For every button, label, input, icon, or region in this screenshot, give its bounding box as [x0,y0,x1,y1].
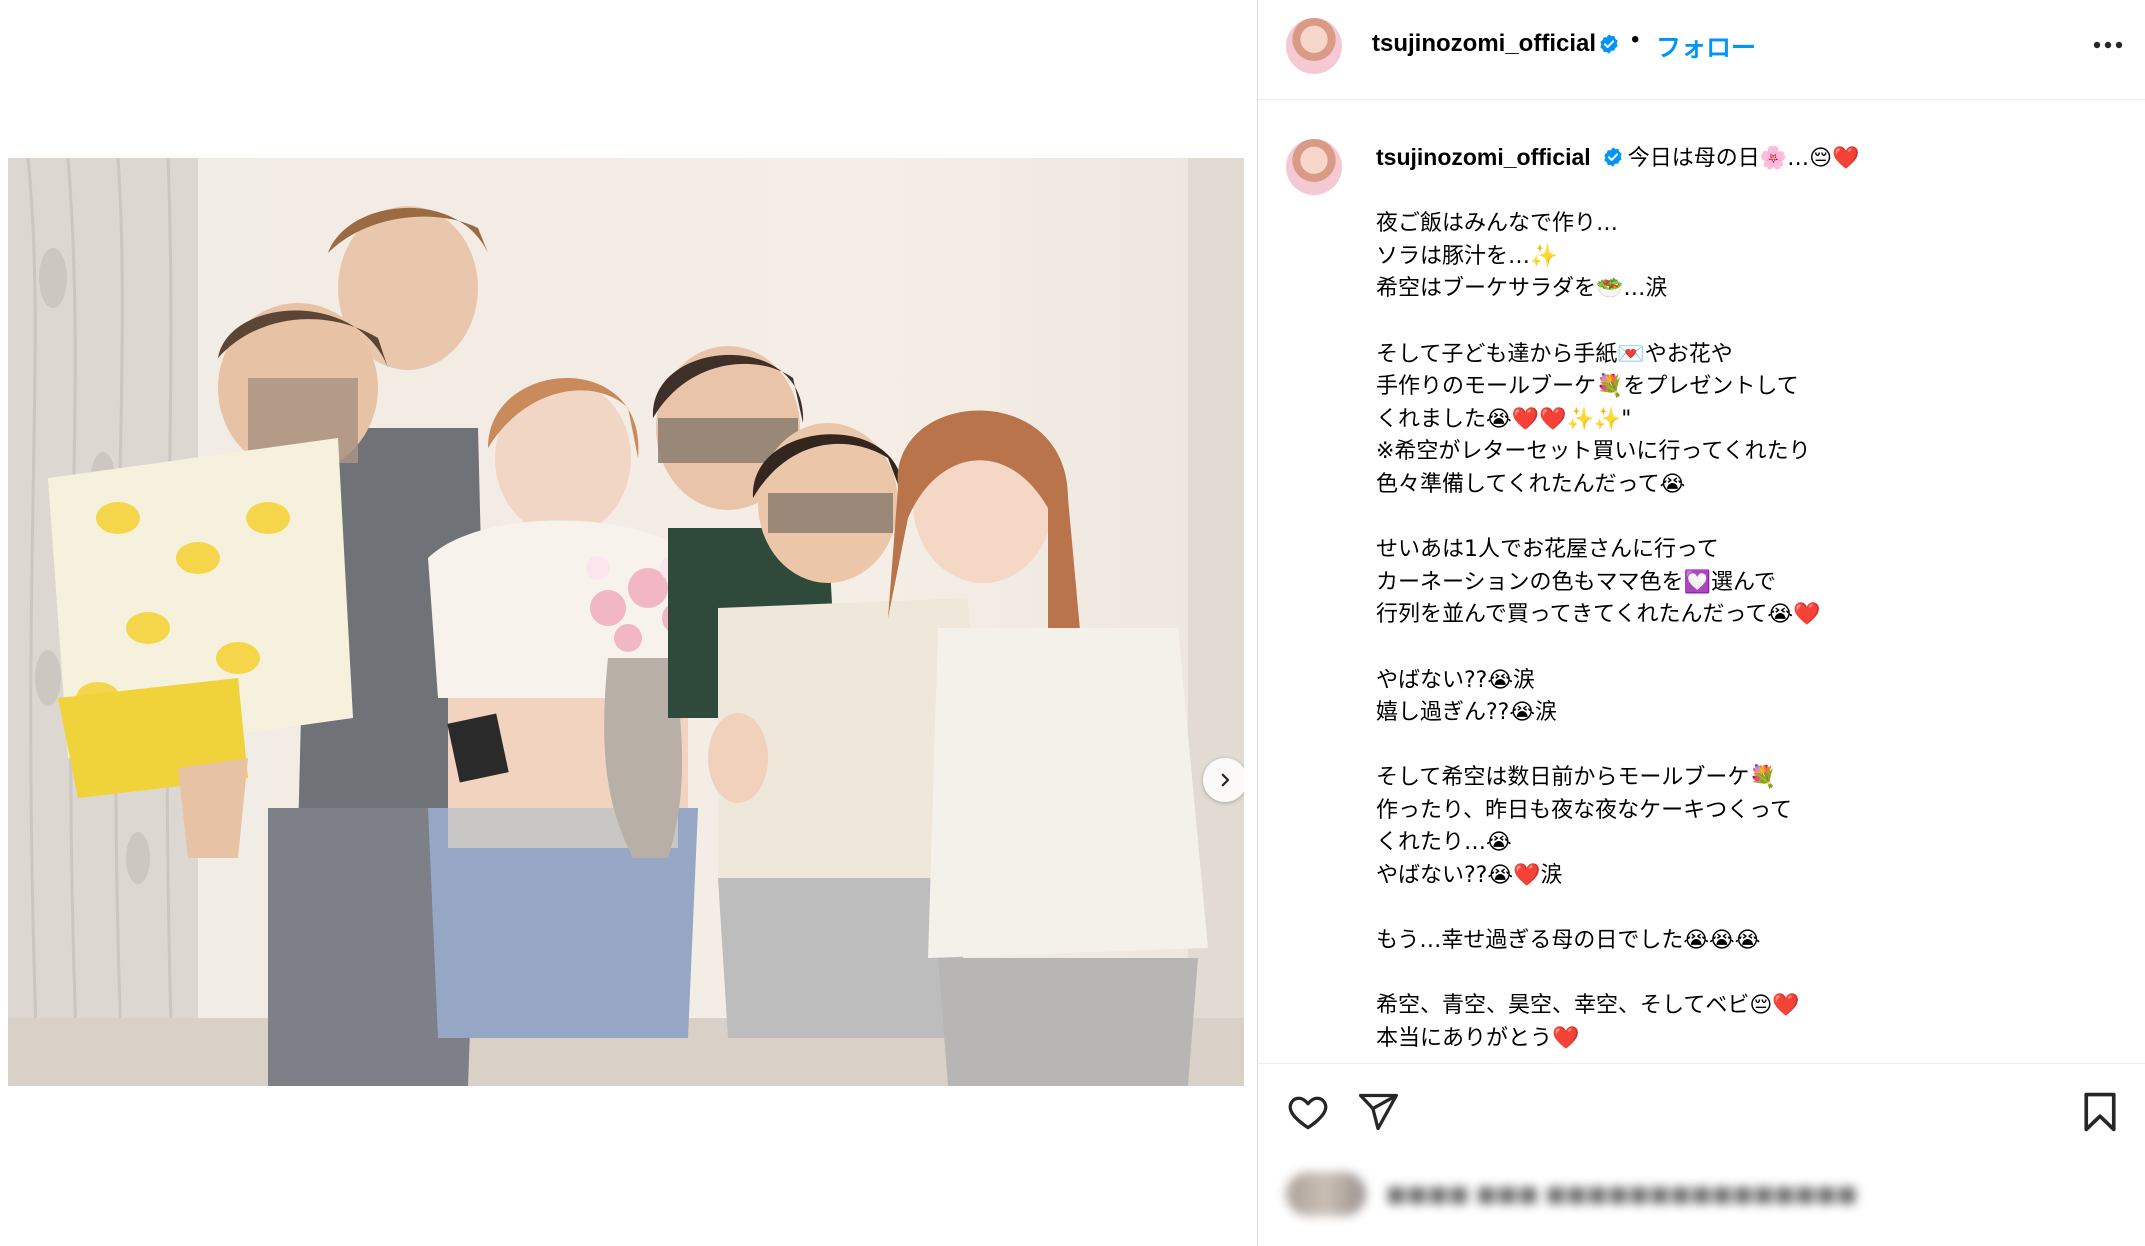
post-side-panel: tsujinozomi_official • フォロー tsujinozomi_… [1257,0,2145,1246]
liked-by-avatars [1286,1172,1366,1216]
caption-line: 手作りのモールブーケ💐をプレゼントして [1376,374,1799,400]
caption-line: くれたり…😭 [1376,830,1512,856]
caption-line: もう…幸せ過ぎる母の日でした😭😭😭 [1376,928,1761,954]
bookmark-icon[interactable] [2078,1090,2122,1134]
liked-by-text-blurred: ■■■■ ■■■ ■■■■■■■■■■■■■■■ [1386,1181,1858,1207]
caption-line: 色々準備してくれたんだって😭 [1376,471,1686,497]
header-separator: • [1631,26,1640,53]
caption-line [1376,306,2116,339]
blurred-face [768,493,893,533]
caption-line: カーネーションの色もママ色を💟選んで [1376,569,1776,595]
avatar[interactable] [1286,18,1342,74]
carousel-next-button[interactable] [1203,758,1244,802]
caption-line [1376,893,2116,926]
media-pane [0,0,1257,1246]
caption-text: tsujinozomi_official 今日は母の日🌸…😔❤️ 夜ご飯はみんな… [1376,141,2116,1056]
caption-area: tsujinozomi_official 今日は母の日🌸…😔❤️ 夜ご飯はみんな… [1258,101,2145,1061]
post-header: tsujinozomi_official • フォロー [1258,0,2145,100]
caption-line [1376,632,2116,665]
caption-line: 夜ご飯はみんなで作り… [1376,211,1619,237]
actions-bar: ■■■■ ■■■ ■■■■■■■■■■■■■■■ [1258,1063,2145,1246]
caption-line-0: 今日は母の日🌸…😔❤️ [1627,146,1860,171]
caption-line: くれました😭❤️❤️✨✨" [1376,406,1632,432]
post-photo[interactable] [8,158,1244,1086]
caption-line: ソラは豚汁を…✨ [1376,243,1558,269]
caption-line: 本当にありがとう❤️ [1376,1026,1580,1052]
caption-username-link[interactable]: tsujinozomi_official [1376,144,1591,170]
caption-line: 作ったり、昨日も夜な夜なケーキつくって [1376,797,1793,823]
caption-line: 希空はブーケサラダを🥗…涙 [1376,276,1668,302]
follow-button[interactable]: フォロー [1656,28,1756,64]
send-icon[interactable] [1356,1090,1400,1134]
caption-line: せいあは1人でお花屋さんに行って [1376,537,1719,563]
header-username-link[interactable]: tsujinozomi_official [1372,30,1596,58]
caption-line: やばない??😭涙 [1376,667,1536,693]
caption-line [1376,730,2116,763]
caption-line [1376,176,2116,209]
caption-line: 希空、青空、昊空、幸空、そしてベビ😔❤️ [1376,993,1800,1019]
caption-line: そして希空は数日前からモールブーケ💐 [1376,765,1777,791]
more-horizontal-icon [2093,41,2123,49]
caption-avatar[interactable] [1286,139,1342,195]
caption-line: 嬉し過ぎん??😭涙 [1376,700,1558,726]
caption-line [1376,502,2116,535]
caption-line: ※希空がレターセット買いに行ってくれたり [1376,439,1811,465]
caption-line: やばない??😭❤️涙 [1376,863,1563,889]
caption-lines: 夜ご飯はみんなで作り… ソラは豚汁を…✨ 希空はブーケサラダを🥗…涙そして子ども達か… [1376,176,2116,1056]
caption-first-line: tsujinozomi_official 今日は母の日🌸…😔❤️ [1376,141,2116,176]
heart-icon[interactable] [1286,1090,1330,1134]
family-photo-illustration [8,158,1244,1086]
more-options-button[interactable] [2088,30,2128,60]
chevron-right-icon [1221,773,1230,787]
caption-line: 行列を並んで買ってきてくれたんだって😭❤️ [1376,602,1821,628]
caption-line: そして子ども達から手紙💌やお花や [1376,341,1733,367]
caption-line [1376,958,2116,991]
verified-badge-icon [1604,147,1622,167]
liked-by-blurred: ■■■■ ■■■ ■■■■■■■■■■■■■■■ [1286,1164,1926,1224]
verified-badge-icon [1600,34,1618,54]
